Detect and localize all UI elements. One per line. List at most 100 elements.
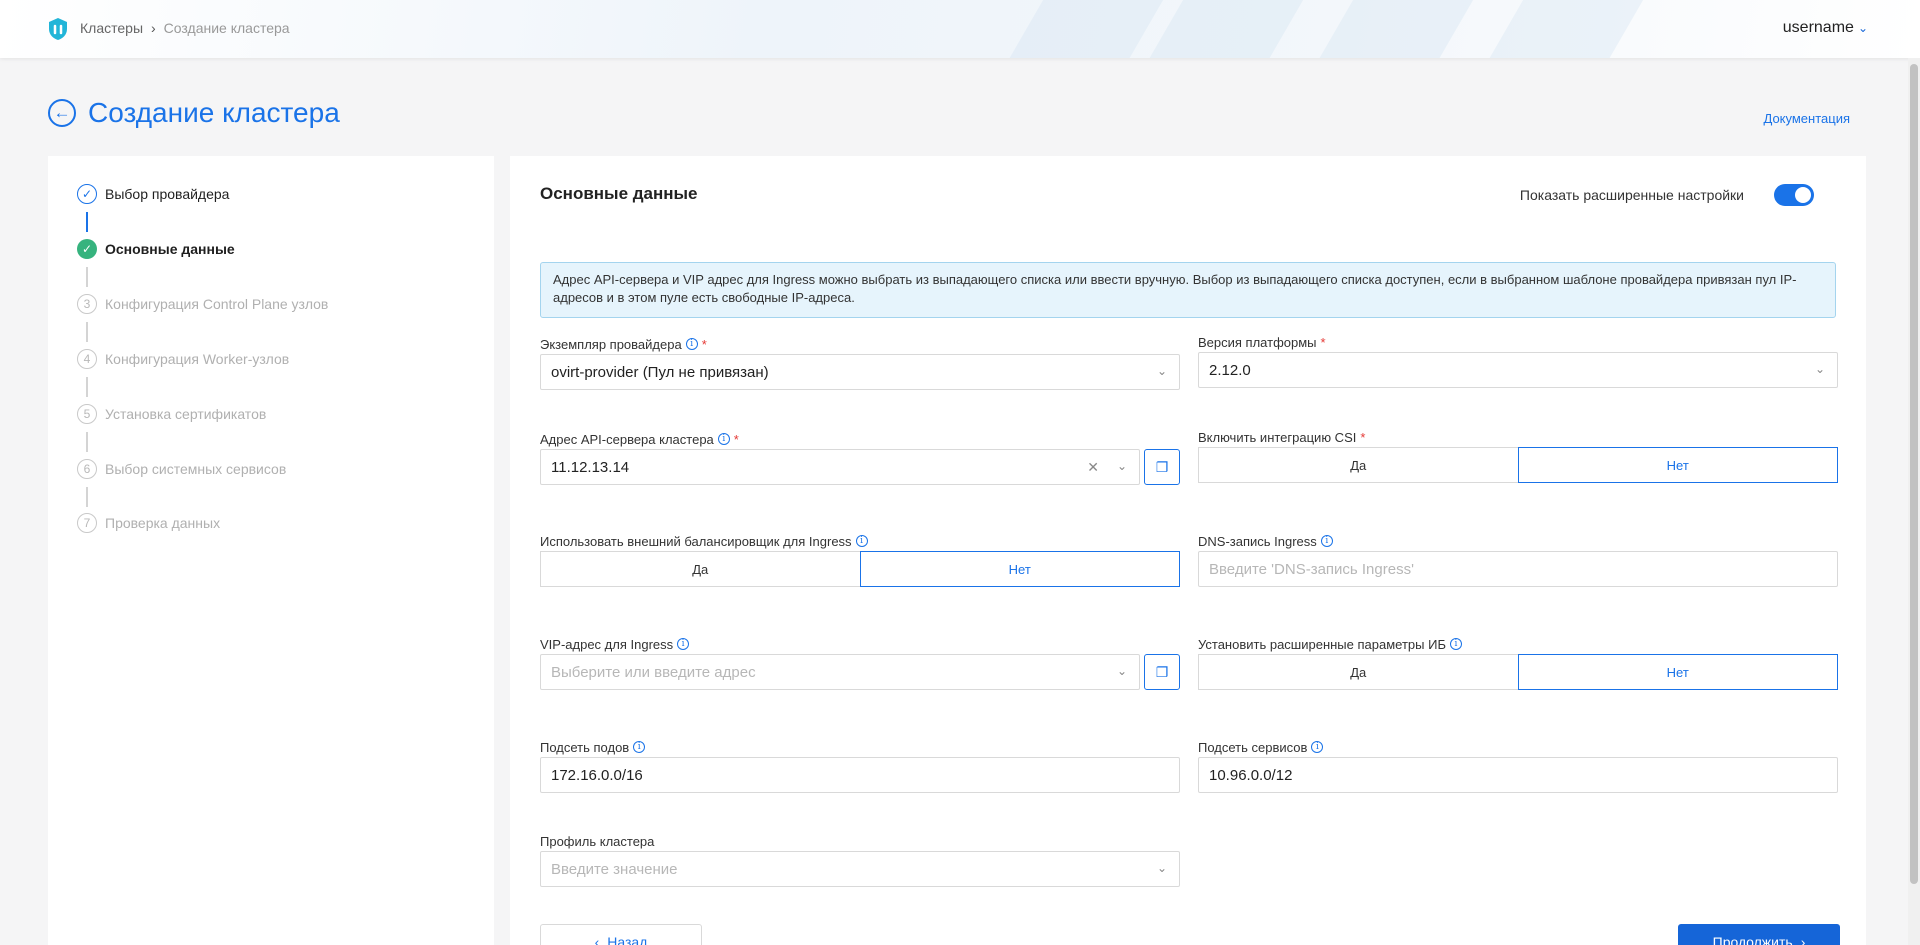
info-icon[interactable]: i: [1449, 638, 1462, 650]
required-marker: *: [733, 431, 739, 447]
security-label: Установить расширенные параметры ИБ i: [1198, 636, 1462, 652]
csi-label-text: Включить интеграцию CSI: [1198, 429, 1357, 445]
step-system-services: 6 Выбор системных сервисов: [77, 459, 286, 479]
scrollbar-thumb[interactable]: [1910, 64, 1918, 884]
step-label: Установка сертификатов: [105, 406, 267, 422]
chevron-right-icon: ›: [151, 20, 156, 36]
svc-subnet-label: Подсеть сервисов i: [1198, 739, 1324, 755]
ext-lb-label-text: Использовать внешний балансировщик для I…: [540, 533, 852, 549]
step-basic-data[interactable]: ✓ Основные данные: [77, 239, 235, 259]
toggle-knob: [1795, 187, 1811, 203]
info-icon[interactable]: i: [717, 433, 730, 445]
arrow-left-icon[interactable]: ←: [48, 99, 76, 127]
step-label: Проверка данных: [105, 515, 221, 531]
step-number: 6: [77, 459, 97, 479]
documentation-link[interactable]: Документация: [1764, 111, 1851, 126]
required-marker: *: [1360, 429, 1366, 445]
chevron-down-icon: ⌄: [1857, 21, 1868, 35]
vip-select[interactable]: Выберите или введите адрес ⌄: [540, 654, 1140, 690]
back-button[interactable]: ‹ Назад: [540, 924, 702, 945]
chevron-left-icon: ‹: [594, 934, 600, 945]
step-number: 5: [77, 404, 97, 424]
vip-placeholder: Выберите или введите адрес: [551, 663, 756, 681]
clear-icon[interactable]: ✕: [1087, 459, 1099, 476]
dns-label: DNS-запись Ingress i: [1198, 533, 1333, 549]
info-icon[interactable]: i: [677, 638, 690, 650]
step-number: 4: [77, 349, 97, 369]
step-label: Выбор провайдера: [105, 186, 230, 202]
info-icon[interactable]: i: [1320, 535, 1333, 547]
steps-panel: ✓ Выбор провайдера ✓ Основные данные 3 К…: [48, 156, 494, 945]
csi-no-option[interactable]: Нет: [1517, 447, 1838, 483]
pod-subnet-label: Подсеть подов i: [540, 739, 646, 755]
api-server-value: 11.12.13.14: [551, 458, 630, 476]
copy-icon[interactable]: ❐: [1144, 449, 1180, 485]
dns-input[interactable]: Введите 'DNS-запись Ingress': [1198, 551, 1838, 587]
shield-logo-icon[interactable]: [46, 17, 70, 41]
chevron-down-icon: ⌄: [1156, 364, 1167, 378]
continue-button[interactable]: Продолжить ›: [1678, 924, 1840, 945]
user-menu[interactable]: username ⌄: [1783, 19, 1868, 37]
step-label: Конфигурация Control Plane узлов: [105, 296, 329, 312]
step-connector: [86, 432, 88, 452]
step-connector: [86, 267, 88, 287]
step-provider[interactable]: ✓ Выбор провайдера: [77, 184, 229, 204]
svc-subnet-label-text: Подсеть сервисов: [1198, 739, 1308, 755]
ext-lb-no-option[interactable]: Нет: [859, 551, 1180, 587]
dns-placeholder: Введите 'DNS-запись Ingress': [1209, 560, 1414, 578]
info-icon[interactable]: i: [633, 741, 646, 753]
required-marker: *: [701, 336, 707, 352]
step-label: Основные данные: [105, 241, 235, 257]
provider-label: Экземпляр провайдера i *: [540, 336, 707, 352]
breadcrumb-clusters[interactable]: Кластеры: [80, 20, 143, 36]
info-icon[interactable]: i: [855, 535, 868, 547]
provider-value: ovirt-provider (Пул не привязан): [551, 363, 769, 381]
info-icon[interactable]: i: [685, 338, 698, 350]
platform-label: Версия платформы *: [1198, 334, 1326, 350]
info-icon[interactable]: i: [1311, 741, 1324, 753]
step-connector: [86, 377, 88, 397]
security-no-option[interactable]: Нет: [1517, 654, 1838, 690]
chevron-right-icon: ›: [1800, 934, 1806, 945]
profile-select[interactable]: Введите значение ⌄: [540, 851, 1180, 887]
ext-lb-switch: Да Нет: [540, 551, 1180, 587]
vip-label: VIP-адрес для Ingress i: [540, 636, 690, 652]
pod-subnet-input[interactable]: 172.16.0.0/16: [540, 757, 1180, 793]
api-server-select[interactable]: 11.12.13.14 ✕ ⌄: [540, 449, 1140, 485]
step-connector: [86, 212, 88, 232]
svc-subnet-value: 10.96.0.0/12: [1209, 766, 1293, 784]
pod-subnet-value: 172.16.0.0/16: [551, 766, 643, 784]
svc-subnet-input[interactable]: 10.96.0.0/12: [1198, 757, 1838, 793]
profile-label: Профиль кластера: [540, 833, 654, 849]
info-banner: Адрес API-сервера и VIP адрес для Ingres…: [540, 262, 1836, 318]
csi-yes-option[interactable]: Да: [1198, 447, 1518, 483]
security-yes-option[interactable]: Да: [1198, 654, 1518, 690]
ext-lb-yes-option[interactable]: Да: [540, 551, 860, 587]
step-connector: [86, 322, 88, 342]
decor-stripe: [1283, 0, 1497, 58]
check-icon: ✓: [77, 239, 97, 259]
breadcrumb-current: Создание кластера: [163, 20, 290, 36]
security-label-text: Установить расширенные параметры ИБ: [1198, 636, 1446, 652]
api-server-label: Адрес API-сервера кластера i *: [540, 431, 739, 447]
step-number: 7: [77, 513, 97, 533]
page-scrollbar[interactable]: [1908, 58, 1920, 945]
provider-label-text: Экземпляр провайдера: [540, 336, 682, 352]
page-header: ← Создание кластера: [48, 97, 340, 129]
advanced-settings-toggle[interactable]: [1774, 184, 1814, 206]
chevron-down-icon: ⌄: [1814, 362, 1825, 376]
platform-version-select[interactable]: 2.12.0 ⌄: [1198, 352, 1838, 388]
step-worker: 4 Конфигурация Worker-узлов: [77, 349, 289, 369]
pod-subnet-label-text: Подсеть подов: [540, 739, 630, 755]
step-certificates: 5 Установка сертификатов: [77, 404, 266, 424]
provider-select[interactable]: ovirt-provider (Пул не привязан) ⌄: [540, 354, 1180, 390]
required-marker: *: [1320, 334, 1326, 350]
step-label: Конфигурация Worker-узлов: [105, 351, 290, 367]
step-label: Выбор системных сервисов: [105, 461, 287, 477]
profile-placeholder: Введите значение: [551, 860, 678, 878]
copy-icon[interactable]: ❐: [1144, 654, 1180, 690]
platform-value: 2.12.0: [1209, 361, 1251, 379]
api-server-label-text: Адрес API-сервера кластера: [540, 431, 714, 447]
continue-button-label: Продолжить: [1712, 934, 1793, 945]
dns-label-text: DNS-запись Ingress: [1198, 533, 1317, 549]
